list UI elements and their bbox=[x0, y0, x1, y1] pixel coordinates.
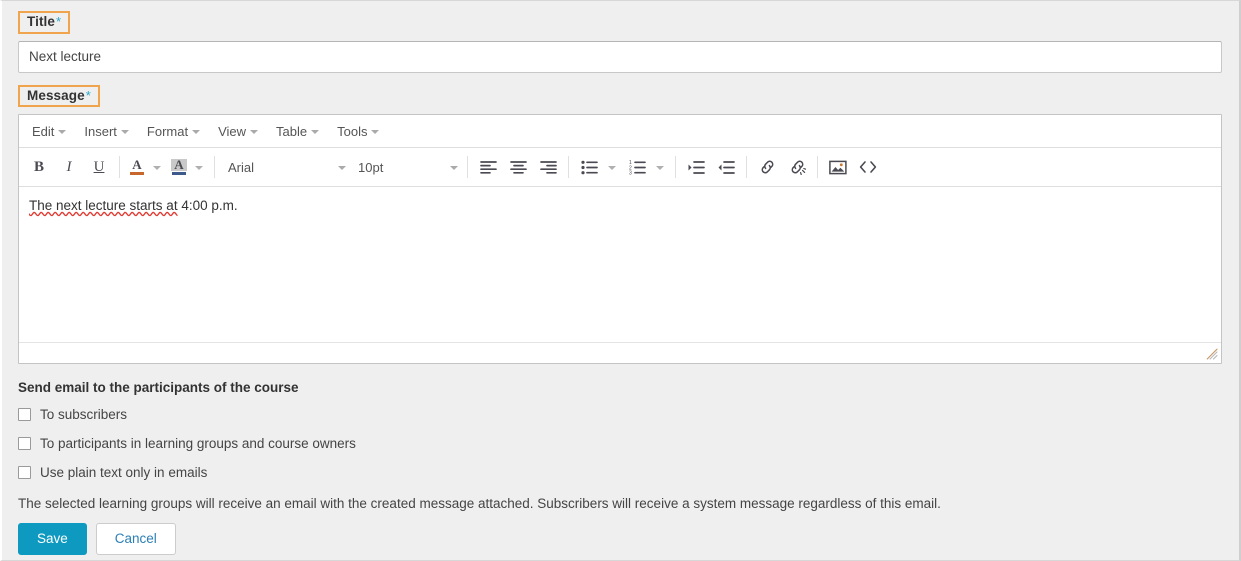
editor-content-area[interactable]: The next lecture starts at 4:00 p.m. bbox=[19, 187, 1221, 342]
source-code-icon[interactable] bbox=[854, 154, 882, 180]
background-color-glyph: A bbox=[171, 158, 187, 171]
chevron-down-icon bbox=[338, 166, 346, 170]
menu-edit[interactable]: Edit bbox=[23, 121, 75, 142]
menu-insert-label: Insert bbox=[84, 123, 117, 139]
italic-icon[interactable]: I bbox=[55, 154, 83, 180]
save-button[interactable]: Save bbox=[18, 523, 87, 555]
editor-paragraph: The next lecture starts at 4:00 p.m. bbox=[29, 197, 1213, 215]
menu-insert[interactable]: Insert bbox=[75, 121, 138, 142]
toolbar-divider bbox=[817, 156, 818, 178]
align-left-icon[interactable] bbox=[474, 154, 502, 180]
bullet-list-chevron-down-icon[interactable] bbox=[608, 166, 616, 170]
text-color-glyph: A bbox=[132, 157, 142, 172]
menu-tools-label: Tools bbox=[337, 123, 368, 139]
title-field-label-highlight: Title* bbox=[18, 11, 71, 34]
editor-text-rest: 4:00 p.m. bbox=[177, 198, 238, 213]
chevron-down-icon bbox=[371, 130, 380, 134]
email-section-note: The selected learning groups will receiv… bbox=[18, 496, 941, 511]
image-icon[interactable] bbox=[824, 154, 852, 180]
unlink-icon[interactable] bbox=[783, 154, 811, 180]
chevron-down-icon bbox=[250, 130, 259, 134]
checkbox-label-plain-text: Use plain text only in emails bbox=[40, 465, 208, 480]
menu-format-label: Format bbox=[146, 123, 189, 139]
toolbar-divider bbox=[214, 156, 215, 178]
font-family-value: Arial bbox=[228, 159, 255, 175]
rich-text-editor: Edit Insert Format View Table Tools B I … bbox=[18, 114, 1222, 364]
background-color-chevron-down-icon[interactable] bbox=[195, 166, 203, 170]
svg-text:3: 3 bbox=[629, 170, 632, 174]
form-actions: Save Cancel bbox=[18, 523, 1223, 555]
checkbox-plain-text[interactable] bbox=[18, 466, 31, 479]
font-size-value: 10pt bbox=[358, 159, 384, 175]
menu-view-label: View bbox=[218, 123, 247, 139]
email-section-heading: Send email to the participants of the co… bbox=[18, 380, 299, 395]
outdent-icon[interactable] bbox=[712, 154, 740, 180]
message-field-label: Message bbox=[27, 87, 85, 103]
message-required-marker: * bbox=[85, 87, 91, 103]
text-color-icon[interactable]: A bbox=[125, 154, 149, 180]
menu-format[interactable]: Format bbox=[138, 121, 209, 142]
toolbar-divider bbox=[119, 156, 120, 178]
indent-icon[interactable] bbox=[682, 154, 710, 180]
resize-handle[interactable] bbox=[1206, 348, 1218, 360]
chevron-down-icon bbox=[192, 130, 201, 134]
checkbox-row-plain-text[interactable]: Use plain text only in emails bbox=[18, 465, 1223, 480]
editor-status-bar bbox=[19, 342, 1221, 363]
checkbox-row-learning-groups[interactable]: To participants in learning groups and c… bbox=[18, 436, 1223, 451]
menu-edit-label: Edit bbox=[32, 123, 55, 139]
menu-tools[interactable]: Tools bbox=[328, 121, 388, 142]
cancel-button[interactable]: Cancel bbox=[95, 523, 176, 555]
message-field-label-highlight: Message* bbox=[18, 84, 100, 107]
checkbox-to-subscribers[interactable] bbox=[18, 408, 31, 421]
chevron-down-icon bbox=[120, 130, 129, 134]
background-color-swatch bbox=[172, 172, 186, 175]
chevron-down-icon bbox=[450, 166, 458, 170]
title-field-label: Title bbox=[27, 14, 56, 29]
link-icon[interactable] bbox=[753, 154, 781, 180]
checkbox-row-to-subscribers[interactable]: To subscribers bbox=[18, 407, 1223, 422]
background-color-icon[interactable]: A bbox=[167, 154, 191, 180]
chevron-down-icon bbox=[311, 130, 320, 134]
menu-table-label: Table bbox=[276, 123, 308, 139]
toolbar-divider bbox=[675, 156, 676, 178]
underline-icon[interactable]: U bbox=[85, 154, 113, 180]
misspelled-text: The next lecture starts at bbox=[29, 198, 178, 213]
chevron-down-icon bbox=[58, 130, 67, 134]
text-color-chevron-down-icon[interactable] bbox=[153, 166, 161, 170]
checkbox-label-to-subscribers: To subscribers bbox=[40, 407, 128, 422]
checkbox-learning-groups[interactable] bbox=[18, 437, 31, 450]
align-right-icon[interactable] bbox=[534, 154, 562, 180]
font-size-select[interactable]: 10pt bbox=[350, 154, 462, 180]
font-family-select[interactable]: Arial bbox=[220, 154, 350, 180]
toolbar-divider bbox=[746, 156, 747, 178]
form-page: Title* Message* Edit Insert Forma bbox=[0, 0, 1241, 561]
menu-view[interactable]: View bbox=[209, 121, 267, 142]
menu-table[interactable]: Table bbox=[267, 121, 328, 142]
title-required-marker: * bbox=[56, 14, 62, 29]
align-center-icon[interactable] bbox=[504, 154, 532, 180]
title-input[interactable] bbox=[18, 40, 1222, 73]
toolbar-divider bbox=[467, 156, 468, 178]
checkbox-label-learning-groups: To participants in learning groups and c… bbox=[40, 436, 356, 451]
bold-icon[interactable]: B bbox=[25, 154, 53, 180]
text-color-swatch bbox=[130, 172, 144, 175]
toolbar-divider bbox=[568, 156, 569, 178]
bullet-list-icon[interactable] bbox=[575, 154, 603, 180]
numbered-list-chevron-down-icon[interactable] bbox=[656, 166, 664, 170]
numbered-list-icon[interactable]: 1 2 3 bbox=[623, 154, 651, 180]
editor-menubar: Edit Insert Format View Table Tools bbox=[19, 115, 1221, 148]
editor-toolbar: B I U A A Arial 10pt 1 2 3 bbox=[19, 148, 1221, 187]
